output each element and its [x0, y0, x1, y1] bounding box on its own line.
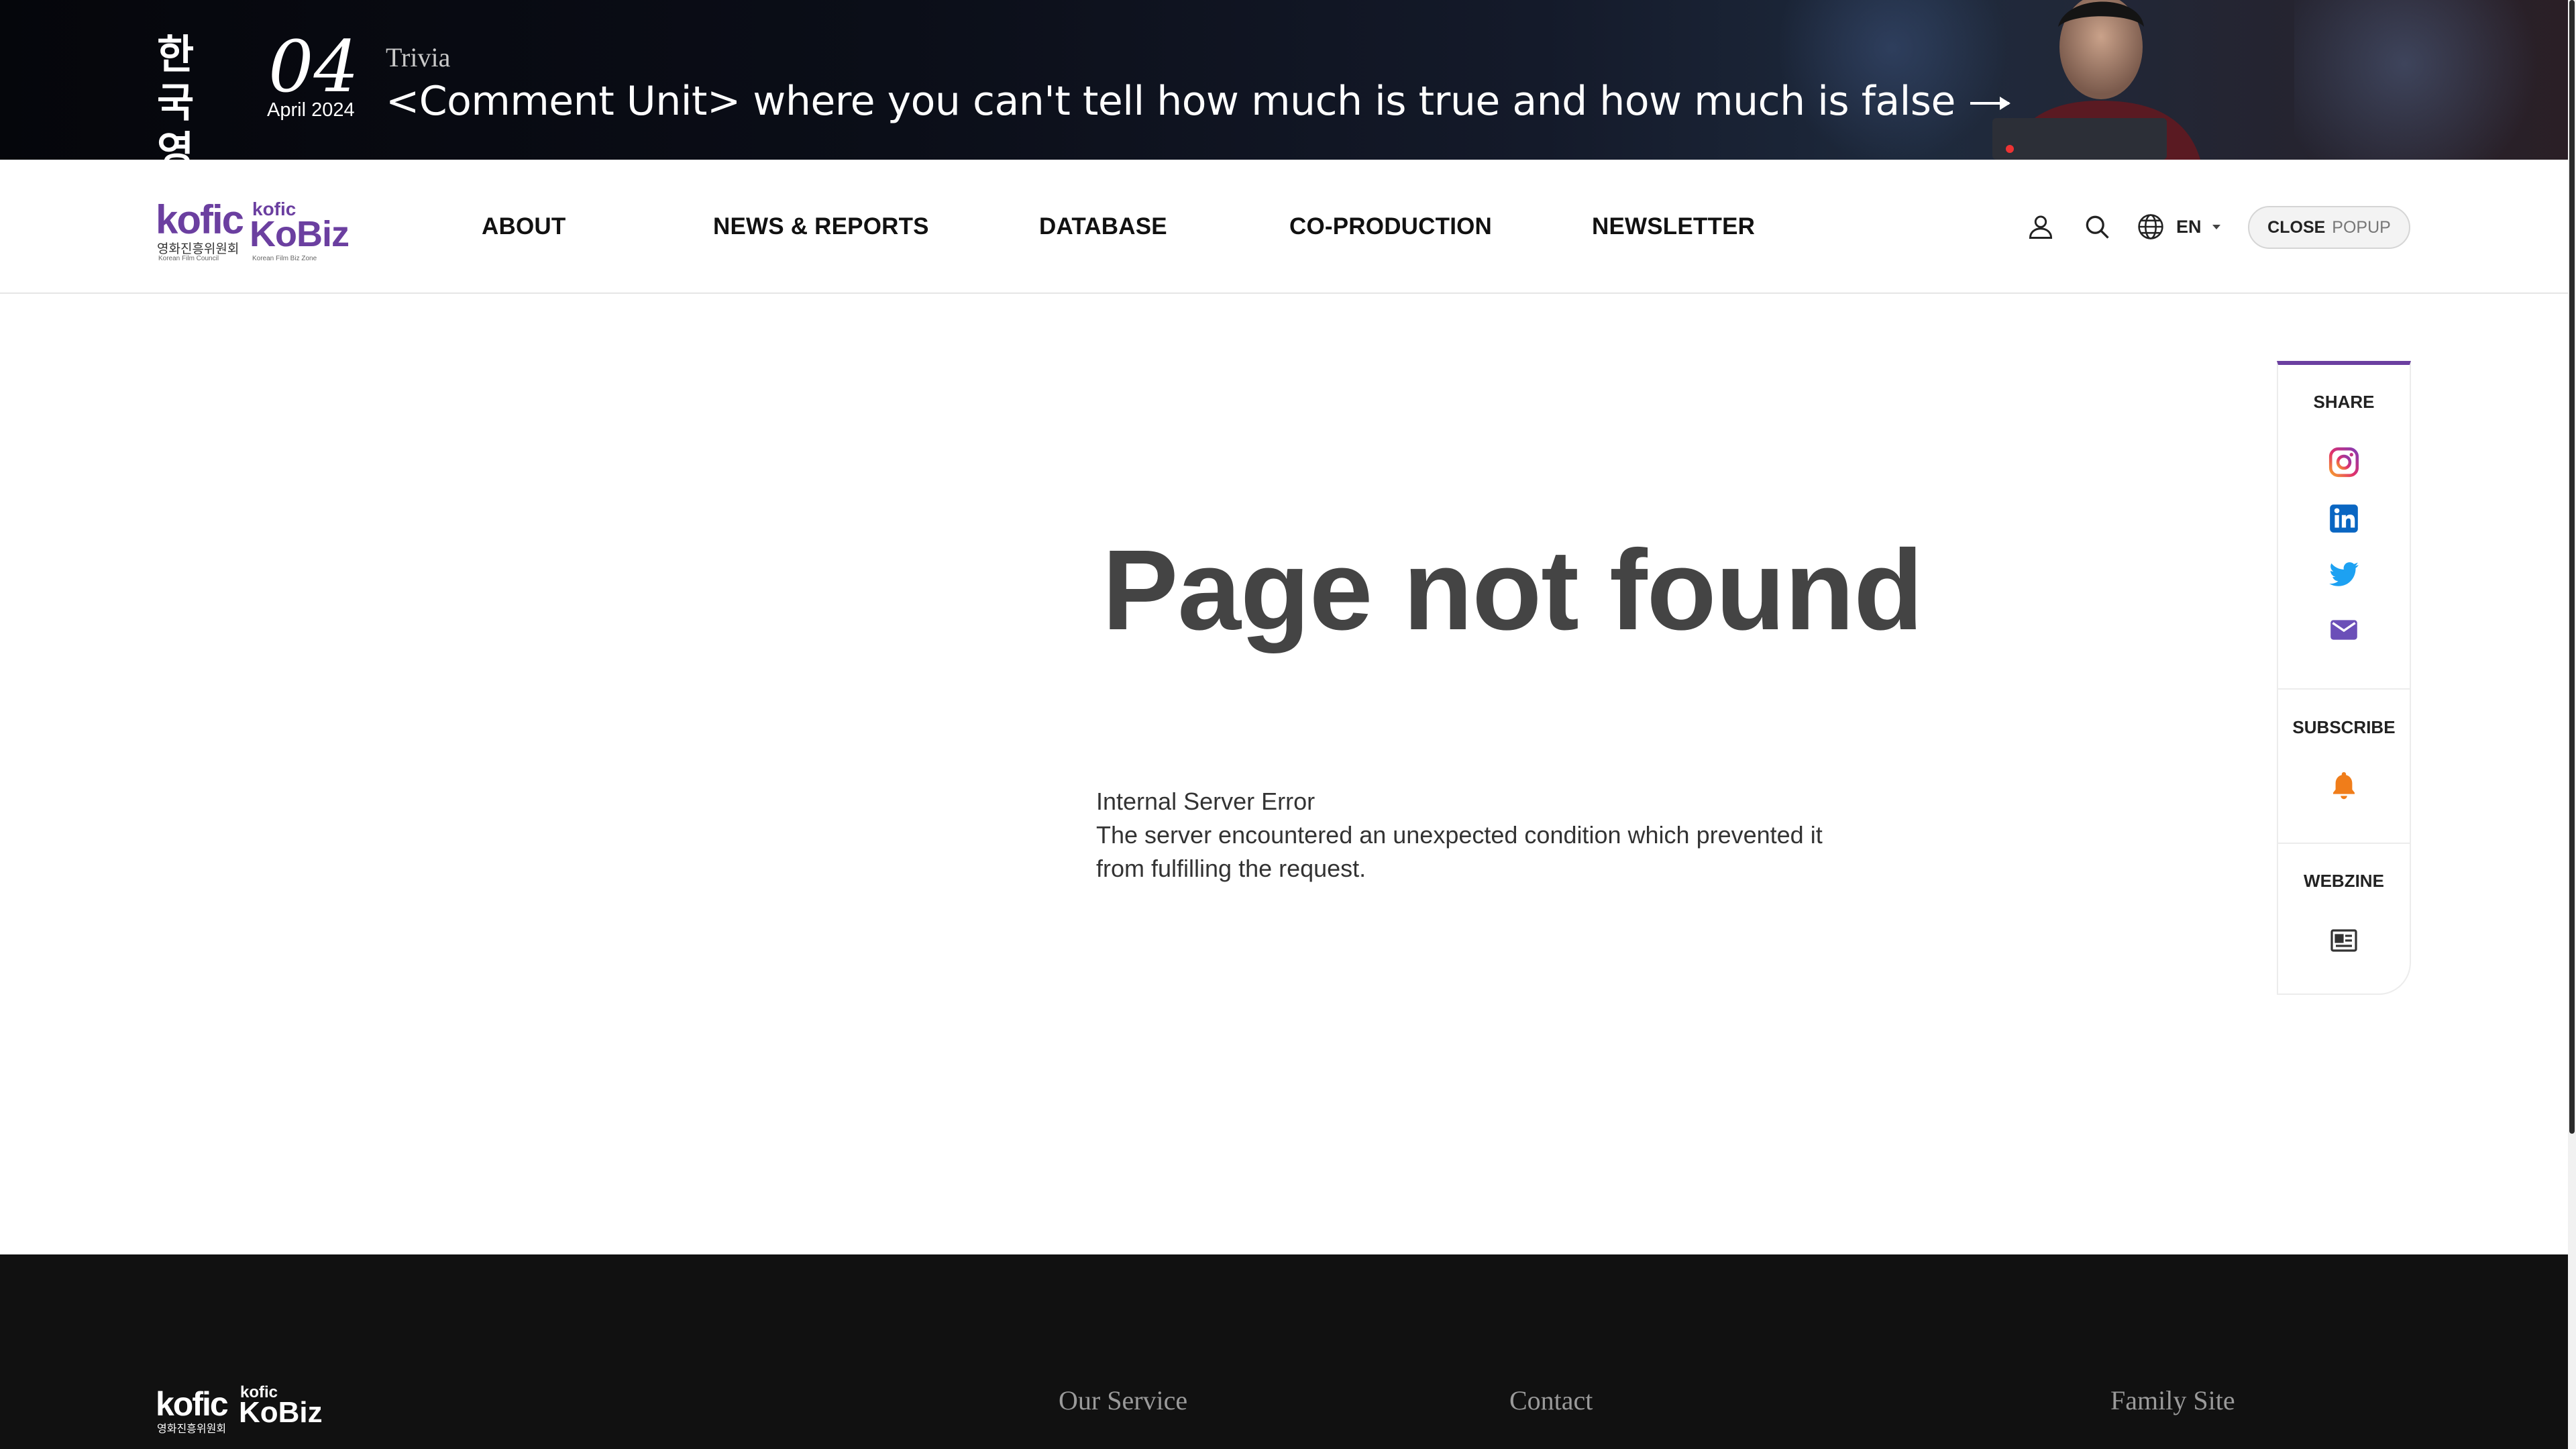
- linkedin-button[interactable]: [2327, 502, 2361, 539]
- globe-icon: [2138, 214, 2163, 239]
- side-panel: SHARE SUBSCRIBE WEBZINE: [2277, 361, 2411, 995]
- kobiz-logo-en: Korean Film Biz Zone: [252, 255, 317, 262]
- subscribe-button[interactable]: [2328, 769, 2360, 804]
- nav-database[interactable]: DATABASE: [1039, 160, 1167, 294]
- newspaper-icon: [2330, 929, 2357, 952]
- top-banner[interactable]: 한국 영화 04 April 2024 Trivia <Comment Unit…: [0, 0, 2568, 160]
- language-label: EN: [2176, 216, 2202, 237]
- webzine-label: WEBZINE: [2304, 871, 2384, 891]
- side-divider: [2278, 843, 2410, 844]
- side-divider: [2278, 688, 2410, 690]
- footer-kofic-logo-kr: 영화진흥위원회: [157, 1424, 227, 1435]
- footer-kofic-logo-text: kofic: [156, 1385, 229, 1423]
- kofic-logo-en: Korean Film Council: [158, 255, 219, 262]
- kofic-logo-kr: 영화진흥위원회: [157, 242, 239, 256]
- email-share-button[interactable]: [2327, 613, 2361, 650]
- caret-down-icon: [2212, 224, 2220, 229]
- page-scrollbar[interactable]: [2568, 0, 2576, 1449]
- banner-light: [2294, 0, 2568, 160]
- banner-brand: 한국 영화: [157, 32, 195, 160]
- search-icon: [2086, 215, 2109, 239]
- error-heading: Internal Server Error: [1096, 788, 1316, 815]
- instagram-icon: [2328, 447, 2359, 478]
- main-content: Page not found Internal Server Error The…: [0, 295, 2568, 1254]
- page-title: Page not found: [1102, 527, 1923, 654]
- arrow-right-icon: [1970, 97, 2010, 111]
- webzine-button[interactable]: [2328, 924, 2360, 960]
- footer-family-site[interactable]: Family Site: [2110, 1385, 2235, 1416]
- nav-co-production[interactable]: CO-PRODUCTION: [1289, 160, 1492, 294]
- footer-contact[interactable]: Contact: [1509, 1385, 1593, 1416]
- linkedin-icon: [2330, 504, 2358, 533]
- mail-icon: [2330, 620, 2357, 640]
- banner-category: Trivia: [386, 42, 451, 72]
- issue-number: 04: [268, 25, 359, 108]
- language-selector[interactable]: EN: [2136, 160, 2220, 294]
- footer-kobiz-logo-text: KoBiz: [239, 1396, 323, 1429]
- issue-date: April 2024: [267, 99, 355, 121]
- twitter-button[interactable]: [2327, 557, 2361, 594]
- banner-headline: <Comment Unit> where you can't tell how …: [386, 78, 1955, 125]
- kobiz-logo-text: KoBiz: [250, 214, 350, 254]
- bell-icon: [2333, 772, 2355, 800]
- site-header: kofic 영화진흥위원회 Korean Film Council kofic …: [0, 160, 2568, 294]
- nav-about[interactable]: ABOUT: [482, 160, 566, 294]
- user-icon: [2029, 215, 2053, 239]
- banner-headline-link[interactable]: <Comment Unit> where you can't tell how …: [386, 78, 2010, 125]
- twitter-icon: [2329, 562, 2359, 586]
- subscribe-label: SUBSCRIBE: [2292, 717, 2396, 737]
- nav-newsletter[interactable]: NEWSLETTER: [1592, 160, 1755, 294]
- share-label: SHARE: [2313, 392, 2375, 412]
- site-footer: kofic 영화진흥위원회 kofic KoBiz Our Service Co…: [0, 1254, 2568, 1449]
- close-popup-label: CLOSE: [2267, 217, 2326, 237]
- footer-our-service[interactable]: Our Service: [1059, 1385, 1187, 1416]
- search-button[interactable]: [2082, 160, 2112, 294]
- popup-label: POPUP: [2332, 217, 2391, 237]
- kofic-logo-text: kofic: [156, 197, 244, 242]
- scrollbar-thumb[interactable]: [2569, 0, 2575, 1134]
- close-popup-button[interactable]: CLOSE POPUP: [2248, 206, 2410, 249]
- instagram-button[interactable]: [2327, 445, 2361, 482]
- error-message: The server encountered an unexpected con…: [1096, 821, 1823, 882]
- nav-news-reports[interactable]: NEWS & REPORTS: [713, 160, 929, 294]
- user-button[interactable]: [2026, 160, 2055, 294]
